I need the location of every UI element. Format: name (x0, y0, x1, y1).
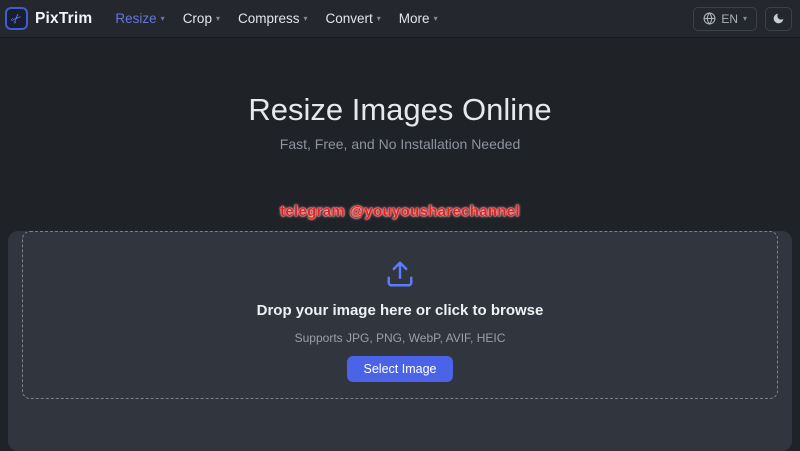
brand[interactable]: ✂ PixTrim (5, 7, 92, 30)
chevron-down-icon: ▾ (377, 15, 381, 23)
header-actions: EN ▾ (693, 7, 792, 31)
chevron-down-icon: ▾ (434, 15, 438, 23)
chevron-down-icon: ▾ (743, 15, 747, 23)
language-selector[interactable]: EN ▾ (693, 7, 757, 31)
supported-formats: Supports JPG, PNG, WebP, AVIF, HEIC (23, 331, 777, 345)
dropzone[interactable]: Drop your image here or click to browse … (22, 231, 778, 399)
upload-icon (385, 259, 415, 289)
theme-toggle-button[interactable] (765, 7, 792, 31)
watermark-text: telegram @youyousharechannel (0, 203, 800, 220)
nav-item-label: Convert (326, 11, 373, 26)
nav-item-label: Resize (115, 11, 156, 26)
moon-icon (772, 12, 785, 25)
globe-icon (703, 12, 716, 25)
chevron-down-icon: ▾ (216, 15, 220, 23)
top-nav: ✂ PixTrim Resize ▾ Crop ▾ Compress ▾ Con… (0, 0, 800, 38)
nav-item-label: Compress (238, 11, 300, 26)
select-image-button[interactable]: Select Image (347, 356, 454, 382)
upload-card: Drop your image here or click to browse … (8, 231, 792, 451)
main-content: Resize Images Online Fast, Free, and No … (0, 93, 800, 451)
nav-item-compress[interactable]: Compress ▾ (229, 11, 317, 26)
scissors-icon: ✂ (8, 10, 25, 27)
nav-item-label: Crop (183, 11, 212, 26)
chevron-down-icon: ▾ (161, 15, 165, 23)
pixtrim-logo: ✂ (5, 7, 28, 30)
chevron-down-icon: ▾ (303, 15, 307, 23)
nav-item-label: More (399, 11, 430, 26)
page-subtitle: Fast, Free, and No Installation Needed (0, 135, 800, 153)
nav-item-more[interactable]: More ▾ (390, 11, 447, 26)
nav-item-resize[interactable]: Resize ▾ (106, 11, 173, 26)
main-nav: Resize ▾ Crop ▾ Compress ▾ Convert ▾ Mor… (106, 11, 446, 26)
nav-item-convert[interactable]: Convert ▾ (317, 11, 390, 26)
page-title: Resize Images Online (0, 93, 800, 127)
brand-name: PixTrim (35, 10, 92, 28)
language-label: EN (721, 12, 738, 26)
drop-instruction: Drop your image here or click to browse (23, 302, 777, 319)
nav-item-crop[interactable]: Crop ▾ (174, 11, 229, 26)
